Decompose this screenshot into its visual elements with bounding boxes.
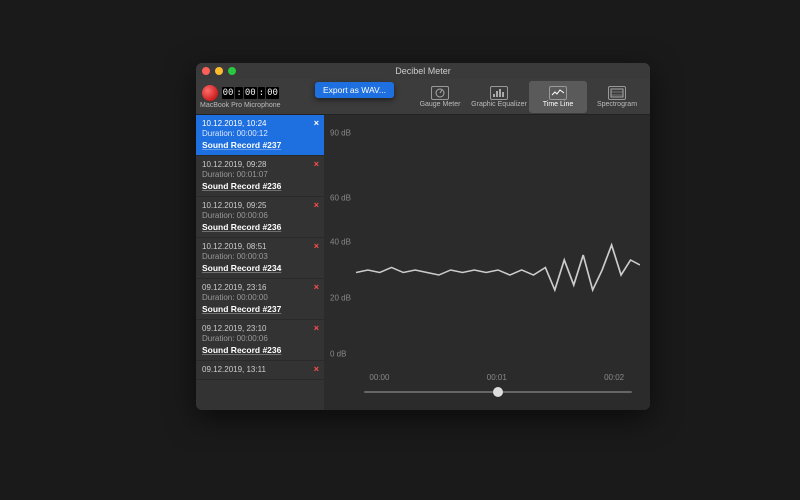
x-axis-label: 00:01 [487, 373, 507, 382]
record-datetime: 09.12.2019, 23:16 [202, 283, 318, 292]
tab-spectrogram[interactable]: Spectrogram [588, 81, 646, 113]
window-title: Decibel Meter [196, 66, 650, 76]
record-item[interactable]: 09.12.2019, 13:11× [196, 361, 324, 380]
tab-icon [490, 86, 508, 100]
record-item[interactable]: 09.12.2019, 23:10Duration: 00:00:06 Sound… [196, 320, 324, 361]
record-name: Sound Record #237 [202, 304, 318, 314]
close-icon[interactable] [202, 67, 210, 75]
record-item[interactable]: 10.12.2019, 09:25Duration: 00:00:06 Sound… [196, 197, 324, 238]
tab-icon [549, 86, 567, 100]
record-datetime: 10.12.2019, 08:51 [202, 242, 318, 251]
y-axis-label: 20 dB [330, 293, 351, 302]
delete-icon[interactable]: × [314, 200, 319, 210]
record-name: Sound Record #236 [202, 345, 318, 355]
source-label: MacBook Pro Microphone [200, 102, 281, 109]
record-duration: Duration: 00:00:06 [202, 211, 318, 220]
x-axis-label: 00:00 [369, 373, 389, 382]
record-item[interactable]: 10.12.2019, 10:24Duration: 00:00:12 Sound… [196, 115, 324, 156]
view-tabs: Gauge MeterGraphic EqualizerTime LineSpe… [411, 81, 646, 113]
app-window: Decibel Meter 00: 00: 00 MacBook Pro Mic… [196, 63, 650, 410]
record-datetime: 10.12.2019, 09:25 [202, 201, 318, 210]
delete-icon[interactable]: × [314, 323, 319, 333]
record-item[interactable]: 10.12.2019, 08:51Duration: 00:00:03 Sound… [196, 238, 324, 279]
y-axis-label: 60 dB [330, 193, 351, 202]
delete-icon[interactable]: × [314, 364, 319, 374]
slider-track[interactable] [364, 391, 632, 393]
chart-line [356, 115, 640, 365]
zoom-icon[interactable] [228, 67, 236, 75]
record-duration: Duration: 00:00:06 [202, 334, 318, 343]
delete-icon[interactable]: × [314, 282, 319, 292]
records-sidebar[interactable]: Export as WAV... 10.12.2019, 10:24Durati… [196, 115, 324, 410]
record-datetime: 10.12.2019, 09:28 [202, 160, 318, 169]
window-controls [202, 67, 236, 75]
y-axis-label: 40 dB [330, 237, 351, 246]
slider-thumb[interactable] [493, 387, 503, 397]
record-name: Sound Record #236 [202, 181, 318, 191]
delete-icon[interactable]: × [314, 159, 319, 169]
tab-time-line[interactable]: Time Line [529, 81, 587, 113]
record-button[interactable] [202, 85, 218, 101]
record-datetime: 10.12.2019, 10:24 [202, 119, 318, 128]
tab-icon [608, 86, 626, 100]
record-item[interactable]: 09.12.2019, 23:16Duration: 00:00:00 Sound… [196, 279, 324, 320]
record-duration: Duration: 00:00:00 [202, 293, 318, 302]
record-name: Sound Record #234 [202, 263, 318, 273]
record-name: Sound Record #237 [202, 140, 318, 150]
record-timer: 00: 00: 00 [222, 87, 279, 99]
content: Export as WAV... 10.12.2019, 10:24Durati… [196, 115, 650, 410]
playback-slider[interactable] [364, 386, 632, 398]
x-axis-label: 00:02 [604, 373, 624, 382]
tab-graphic-equalizer[interactable]: Graphic Equalizer [470, 81, 528, 113]
delete-icon[interactable]: × [314, 118, 319, 128]
record-datetime: 09.12.2019, 13:11 [202, 365, 318, 374]
record-duration: Duration: 00:00:03 [202, 252, 318, 261]
record-group: 00: 00: 00 MacBook Pro Microphone [200, 85, 281, 109]
y-axis-label: 0 dB [330, 349, 346, 358]
toolbar: 00: 00: 00 MacBook Pro Microphone Gauge … [196, 79, 650, 115]
record-duration: Duration: 00:01:07 [202, 170, 318, 179]
tab-icon [431, 86, 449, 100]
tab-gauge-meter[interactable]: Gauge Meter [411, 81, 469, 113]
delete-icon[interactable]: × [314, 241, 319, 251]
record-duration: Duration: 00:00:12 [202, 129, 318, 138]
record-name: Sound Record #236 [202, 222, 318, 232]
minimize-icon[interactable] [215, 67, 223, 75]
titlebar: Decibel Meter [196, 63, 650, 79]
record-datetime: 09.12.2019, 23:10 [202, 324, 318, 333]
record-item[interactable]: 10.12.2019, 09:28Duration: 00:01:07 Sound… [196, 156, 324, 197]
timeline-chart: 90 dB 60 dB 40 dB 20 dB 0 dB 00:00 00:01 00:02 [324, 115, 650, 410]
y-axis-label: 90 dB [330, 128, 351, 137]
